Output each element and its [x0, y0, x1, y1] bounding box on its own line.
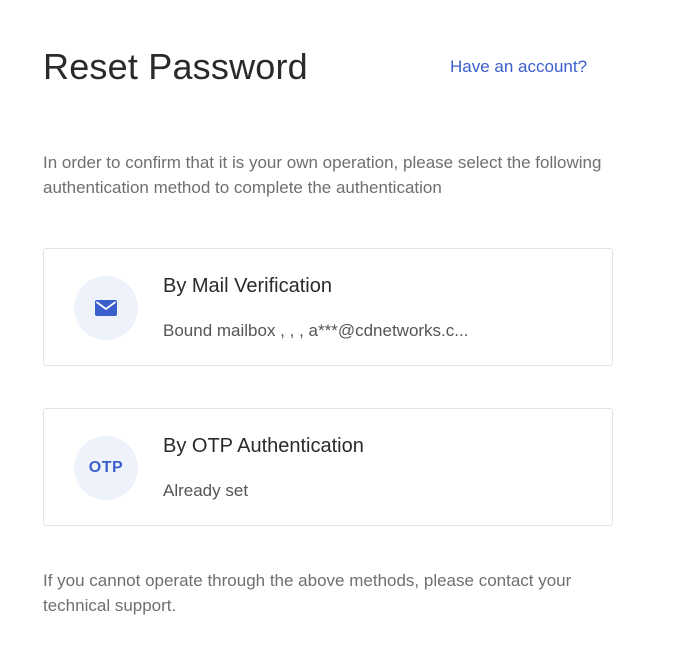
otp-authentication-title: By OTP Authentication — [163, 435, 364, 457]
have-account-link[interactable]: Have an account? — [450, 57, 587, 77]
mail-icon — [95, 300, 117, 316]
otp-authentication-subtitle: Already set — [163, 481, 249, 500]
mail-verification-option[interactable]: By Mail Verification Bound mailbox , , ,… — [43, 248, 613, 366]
page-title: Reset Password — [43, 46, 308, 87]
otp-authentication-option[interactable]: OTP By OTP Authentication Already set — [43, 408, 613, 526]
support-footer-text: If you cannot operate through the above … — [43, 571, 572, 615]
mail-verification-subtitle: Bound mailbox , , , a***@cdnetworks.c... — [163, 321, 469, 340]
mail-verification-title: By Mail Verification — [163, 275, 332, 297]
otp-icon-badge: OTP — [74, 436, 138, 500]
instructions-text: In order to confirm that it is your own … — [43, 153, 602, 197]
otp-icon: OTP — [88, 459, 124, 476]
mail-icon-badge — [74, 276, 138, 340]
